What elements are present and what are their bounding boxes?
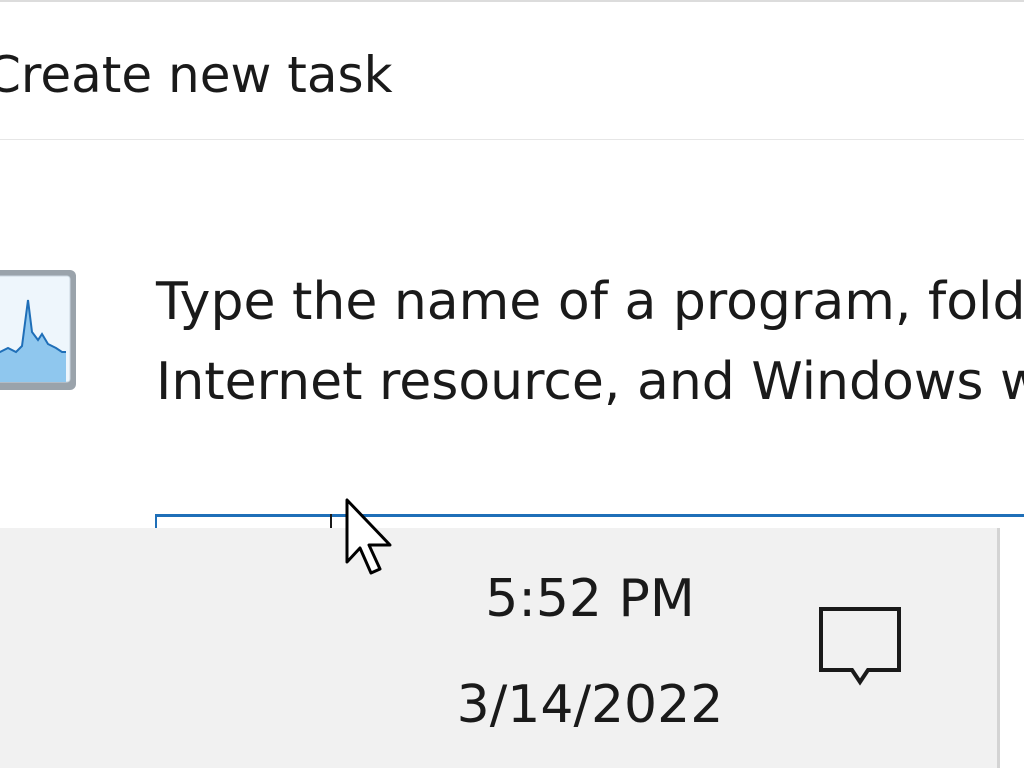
prompt-text: Type the name of a program, folder, docu…	[156, 262, 1024, 422]
action-center-icon[interactable]	[816, 604, 904, 690]
dialog-top-border	[0, 0, 1024, 2]
taskbar-edge	[1000, 528, 1024, 768]
title-separator	[0, 139, 1024, 140]
text-caret	[330, 514, 332, 528]
clock-time[interactable]: 5:52 PM	[440, 566, 740, 632]
prompt-line-2: Internet resource, and Windows will open…	[156, 352, 1024, 412]
dialog-title: Create new task	[0, 46, 393, 104]
clock-date[interactable]: 3/14/2022	[440, 672, 740, 738]
screen: Create new task Type the name of a progr…	[0, 0, 1024, 768]
prompt-line-1: Type the name of a program, folder, docu…	[156, 272, 1024, 332]
task-manager-icon	[0, 270, 76, 390]
